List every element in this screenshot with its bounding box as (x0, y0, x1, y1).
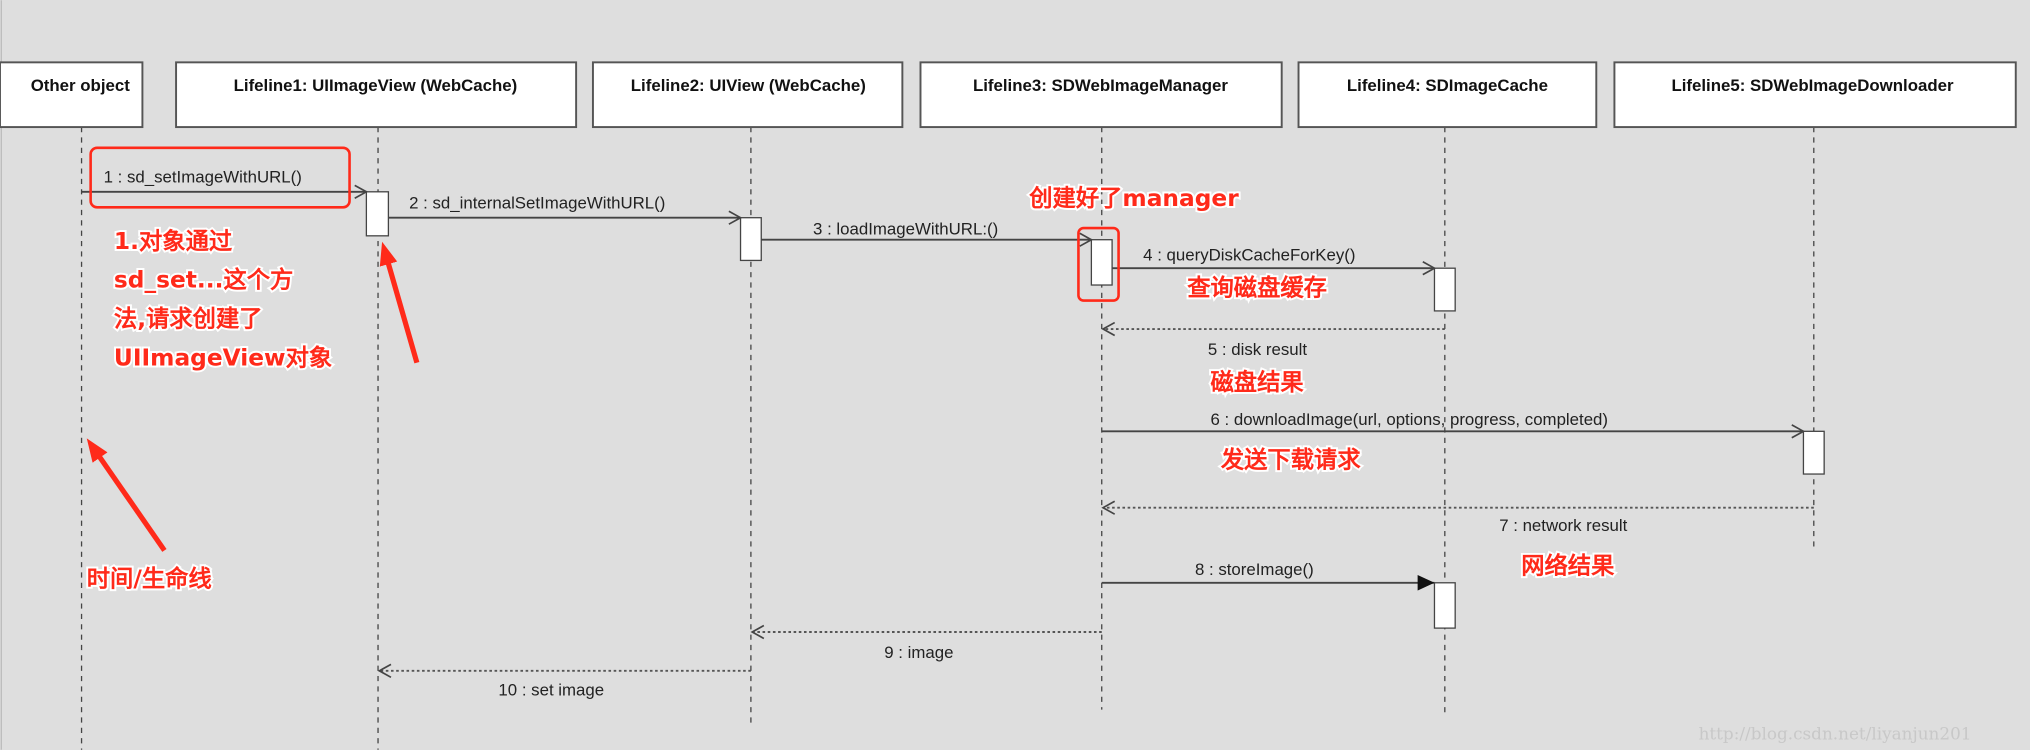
message-4: 4 : queryDiskCacheForKey() (1112, 245, 1437, 276)
message-3: 3 : loadImageWithURL:() (761, 220, 1094, 247)
red-arrow-icon (86, 438, 167, 552)
annotation-line: UIImageView对象 (114, 343, 332, 371)
activation-bar (1433, 582, 1456, 629)
message-label: 3 : loadImageWithURL:() (813, 220, 998, 239)
activation-bar (1433, 267, 1456, 312)
lifeline-label: Other object (31, 76, 131, 95)
annotation-line: 1.对象通过 (114, 227, 233, 255)
message-8: 8 : storeImage() (1101, 560, 1435, 591)
annotation-manager: 创建好了manager (1028, 185, 1239, 212)
message-7: 7 : network result (1101, 500, 1814, 535)
lifeline-header-3: Lifeline3: SDWebImageManager (919, 61, 1283, 129)
message-label: 9 : image (884, 643, 953, 662)
activation-bar (739, 217, 762, 262)
message-label: 7 : network result (1499, 516, 1627, 535)
message-2: 2 : sd_internalSetImageWithURL() (388, 194, 743, 225)
message-label: 1 : sd_setImageWithURL() (104, 168, 302, 187)
activation-bar (1802, 430, 1825, 475)
message-label: 4 : queryDiskCacheForKey() (1143, 245, 1355, 264)
annotation-note1: 1.对象通过 sd_set...这个方 法,请求创建了 UIImageView对… (112, 225, 334, 373)
message-10: 10 : set image (377, 663, 751, 699)
lifeline-label: Lifeline1: UIImageView (WebCache) (234, 76, 518, 95)
annotation-disk-result: 磁盘结果 (1210, 368, 1304, 396)
lifeline-header-1: Lifeline1: UIImageView (WebCache) (175, 61, 578, 129)
lifeline-header-2: Lifeline2: UIView (WebCache) (591, 61, 904, 129)
watermark: http://blog.csdn.net/liyanjun201 (1699, 723, 1972, 743)
message-label: 10 : set image (498, 680, 604, 699)
annotation-line: 法,请求创建了 (114, 305, 263, 332)
lifeline-label: Lifeline4: SDImageCache (1347, 76, 1548, 95)
lifeline-header-5: Lifeline5: SDWebImageDownloader (1613, 61, 2017, 129)
message-label: 2 : sd_internalSetImageWithURL() (409, 194, 665, 213)
annotation-line: sd_set...这个方 (114, 266, 293, 294)
lifeline-label: Lifeline3: SDWebImageManager (973, 76, 1228, 95)
message-label: 6 : downloadImage(url, options, progress… (1210, 410, 1608, 429)
red-arrow-icon (379, 241, 420, 364)
message-label: 5 : disk result (1208, 340, 1307, 359)
activation-bar (1090, 239, 1113, 286)
diagram-canvas: Other object Lifeline1: UIImageView (Web… (0, 0, 2017, 750)
lifeline-label: Lifeline2: UIView (WebCache) (631, 76, 866, 95)
annotation-query-disk: 查询磁盘缓存 (1187, 273, 1327, 301)
message-label: 8 : storeImage() (1195, 560, 1314, 579)
message-9: 9 : image (750, 624, 1102, 662)
message-1: 1 : sd_setImageWithURL() (81, 168, 369, 200)
activation-bar (365, 191, 390, 237)
annotation-network-result: 网络结果 (1521, 552, 1615, 580)
message-6: 6 : downloadImage(url, options, progress… (1101, 410, 1806, 439)
annotation-send-download: 发送下载请求 (1220, 446, 1361, 474)
sequence-diagram: Other object Lifeline1: UIImageView (Web… (0, 0, 2030, 750)
lifeline-header-4: Lifeline4: SDImageCache (1297, 61, 1598, 129)
lifeline-header-other: Other object (0, 61, 144, 129)
lifeline-label: Lifeline5: SDWebImageDownloader (1671, 76, 1954, 95)
annotation-timeline: 时间/生命线 (87, 565, 212, 593)
message-5: 5 : disk result (1101, 321, 1445, 359)
